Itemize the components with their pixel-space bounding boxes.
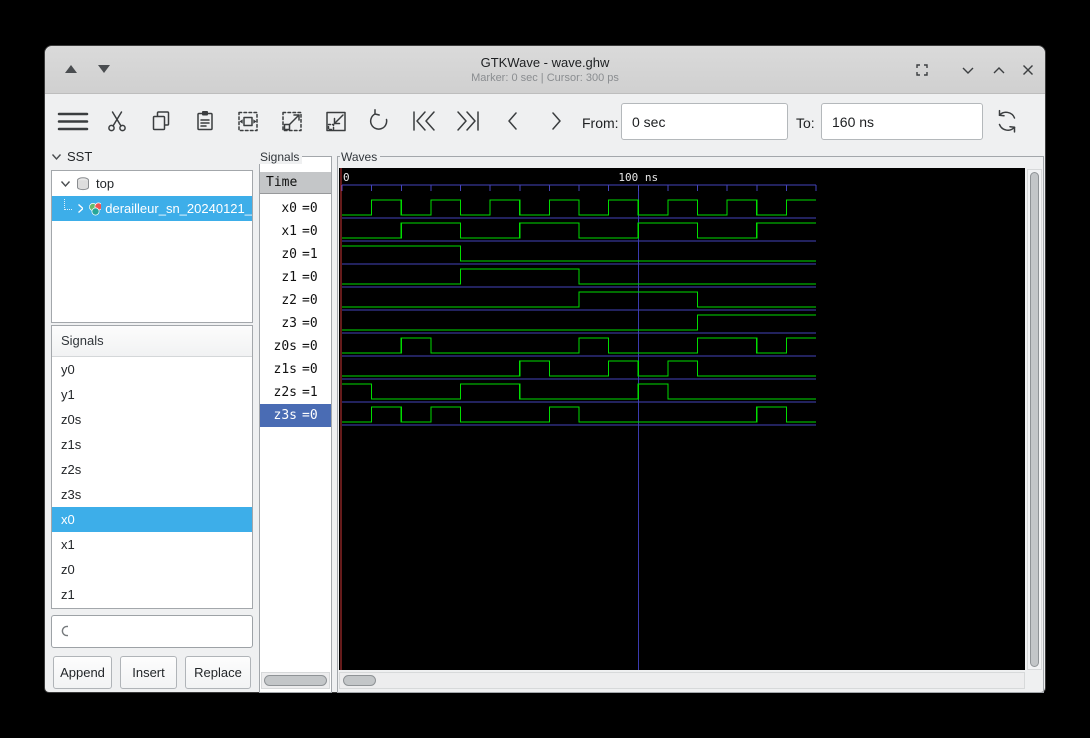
undo-icon — [369, 109, 388, 130]
zoom-to-selection-icon — [282, 111, 302, 132]
zoom-from-selection-icon — [326, 111, 346, 132]
cut-button[interactable] — [104, 108, 130, 135]
fit-window-button[interactable] — [911, 59, 933, 81]
list-item[interactable]: z0 — [52, 557, 252, 582]
wave-hscrollbar[interactable] — [339, 672, 1025, 689]
replace-button[interactable]: Replace — [185, 656, 251, 689]
module-icon — [89, 202, 102, 215]
to-label: To: — [796, 115, 815, 131]
signal-row[interactable]: z2s =1 — [260, 381, 331, 404]
minimize-icon — [962, 67, 974, 74]
to-input[interactable] — [821, 103, 983, 140]
zoom-fit-icon — [238, 111, 258, 132]
append-button[interactable]: Append — [53, 656, 112, 689]
shift-left-button[interactable] — [500, 108, 526, 135]
list-item[interactable]: z0s — [52, 407, 252, 432]
cut-icon — [108, 111, 126, 132]
close-button[interactable] — [1017, 59, 1039, 81]
chevron-down-icon — [60, 181, 71, 188]
tree-item-derailleur[interactable]: derailleur_sn_20240121_ — [52, 196, 252, 221]
tree-item-label: top — [96, 176, 115, 191]
list-item[interactable]: z1 — [52, 582, 252, 607]
search-input[interactable] — [72, 623, 252, 640]
zoom-fit-button[interactable] — [235, 108, 261, 135]
list-item[interactable]: y0 — [52, 357, 252, 382]
window-title: GTKWave - wave.ghw — [480, 55, 610, 70]
tree-guide-line — [64, 199, 72, 210]
list-item[interactable]: z1s — [52, 432, 252, 457]
shift-right-button[interactable] — [543, 108, 569, 135]
waves-frame-label: Waves — [340, 150, 381, 164]
desktop-background: GTKWave - wave.ghw Marker: 0 sec | Curso… — [0, 0, 1090, 738]
list-item[interactable]: x1 — [52, 532, 252, 557]
marker-cursor-status: Marker: 0 sec | Cursor: 300 ps — [471, 72, 619, 84]
menu-button[interactable] — [57, 108, 89, 135]
signal-pane-hscroll-thumb[interactable] — [264, 675, 327, 686]
list-item[interactable]: z2s — [52, 457, 252, 482]
sst-header[interactable]: SST — [51, 149, 92, 164]
signal-search-box[interactable] — [51, 615, 253, 648]
chevron-down-icon — [51, 154, 62, 161]
svg-text:100 ns: 100 ns — [618, 171, 658, 184]
sst-tree-panel: top derailleur_sn_20240121_ — [51, 170, 253, 323]
signal-row-selected[interactable]: z3s =0 — [260, 404, 331, 427]
fetch-end-button[interactable] — [452, 108, 484, 135]
search-icon — [61, 625, 68, 636]
database-icon — [77, 176, 89, 190]
signal-row[interactable]: z2 =0 — [260, 289, 331, 312]
wave-vscrollbar[interactable] — [1027, 169, 1042, 670]
copy-icon — [152, 111, 170, 131]
gtkwave-window: GTKWave - wave.ghw Marker: 0 sec | Curso… — [44, 45, 1046, 693]
titlebar[interactable]: GTKWave - wave.ghw Marker: 0 sec | Curso… — [45, 46, 1045, 94]
list-item-selected[interactable]: x0 — [52, 507, 252, 532]
signal-row[interactable]: z0s =0 — [260, 335, 331, 358]
minimize-button[interactable] — [957, 59, 979, 81]
paste-icon — [197, 111, 213, 131]
svg-text:0: 0 — [343, 171, 350, 184]
wave-hscroll-thumb[interactable] — [343, 675, 376, 686]
from-label: From: — [582, 115, 619, 131]
hamburger-menu-icon — [57, 112, 89, 131]
signal-pane-hscrollbar[interactable] — [261, 672, 330, 689]
list-item[interactable]: y1 — [52, 382, 252, 407]
list-item[interactable]: z3s — [52, 482, 252, 507]
signal-row[interactable]: z3 =0 — [260, 312, 331, 335]
fit-window-icon — [916, 64, 928, 76]
shift-left-icon — [508, 112, 517, 130]
wave-display[interactable]: 0 100 ns — [339, 168, 1025, 670]
signal-list-header[interactable]: Signals — [52, 326, 252, 357]
paste-button[interactable] — [192, 108, 218, 135]
maximize-button[interactable] — [988, 59, 1010, 81]
reload-icon — [998, 109, 1016, 133]
signal-row[interactable]: z0 =1 — [260, 243, 331, 266]
signal-row[interactable]: z1 =0 — [260, 266, 331, 289]
tree-item-top[interactable]: top — [52, 171, 252, 196]
signal-row[interactable]: x1 =0 — [260, 220, 331, 243]
wave-vscroll-thumb[interactable] — [1030, 172, 1039, 667]
fetch-start-button[interactable] — [408, 108, 440, 135]
close-icon — [1023, 65, 1033, 75]
from-input[interactable] — [621, 103, 788, 140]
zoom-from-selection-button[interactable] — [323, 108, 349, 135]
time-header[interactable]: Time — [260, 172, 331, 194]
shift-right-icon — [552, 112, 561, 130]
signal-list-panel: Signals y0 y1 z0s z1s z2s z3s x0 x1 z0 z… — [51, 325, 253, 609]
fetch-end-icon — [457, 111, 479, 131]
tree-item-label: derailleur_sn_20240121_ — [105, 201, 252, 216]
sst-header-label: SST — [67, 149, 93, 164]
zoom-to-selection-button[interactable] — [279, 108, 305, 135]
chevron-right-icon — [77, 203, 84, 214]
maximize-icon — [993, 67, 1005, 74]
signal-row[interactable]: x0 =0 — [260, 197, 331, 220]
signal-row[interactable]: z1s =0 — [260, 358, 331, 381]
copy-button[interactable] — [148, 108, 174, 135]
signals-frame-label: Signals — [259, 150, 303, 164]
waveform-canvas: 0 100 ns — [340, 168, 817, 670]
fetch-start-icon — [413, 111, 435, 131]
insert-button[interactable]: Insert — [120, 656, 177, 689]
reload-button[interactable] — [991, 108, 1023, 135]
undo-button[interactable] — [366, 108, 392, 135]
